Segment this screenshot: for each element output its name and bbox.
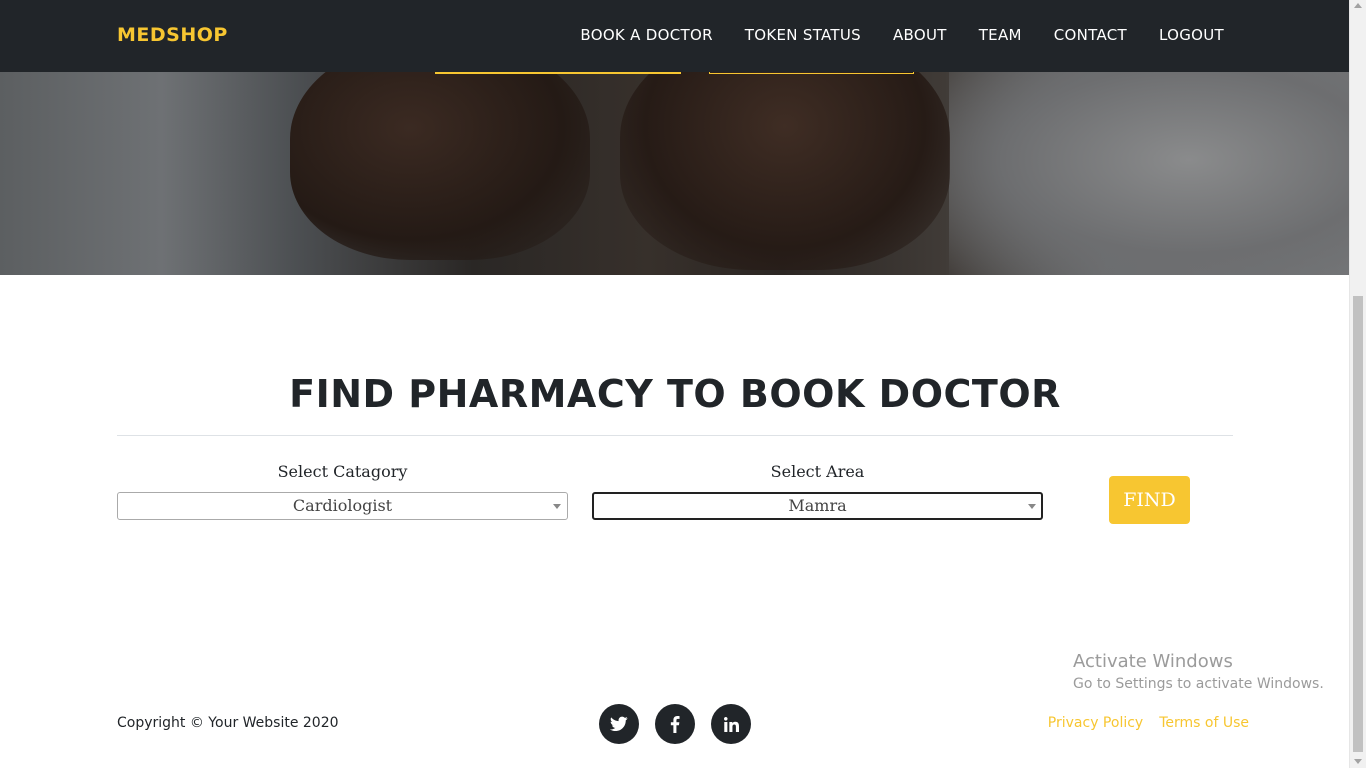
- footer-links: Privacy Policy Terms of Use: [1048, 715, 1249, 731]
- privacy-policy-link[interactable]: Privacy Policy: [1048, 715, 1143, 731]
- terms-of-use-link[interactable]: Terms of Use: [1159, 715, 1249, 731]
- facebook-button[interactable]: [655, 704, 695, 744]
- category-select[interactable]: Cardiologist: [117, 492, 568, 520]
- linkedin-button[interactable]: [711, 704, 751, 744]
- vertical-scrollbar[interactable]: [1349, 0, 1366, 768]
- find-button[interactable]: FIND: [1109, 476, 1190, 524]
- area-label: Select Area: [770, 462, 865, 481]
- page-title: FIND PHARMACY TO BOOK DOCTOR: [289, 372, 1061, 416]
- linkedin-icon: [723, 716, 739, 732]
- title-divider: [117, 435, 1233, 436]
- nav-token-status[interactable]: TOKEN STATUS: [745, 26, 861, 44]
- brand-logo[interactable]: MEDSHOP: [117, 24, 228, 46]
- hero-sleeve-shape: [949, 40, 1349, 275]
- scrollbar-thumb[interactable]: [1353, 296, 1363, 752]
- social-links: [599, 704, 751, 744]
- activate-windows-subtitle: Go to Settings to activate Windows.: [1073, 676, 1324, 692]
- scroll-up-arrow-icon[interactable]: [1354, 3, 1362, 8]
- nav-book-a-doctor[interactable]: BOOK A DOCTOR: [580, 26, 712, 44]
- top-navbar: MEDSHOP BOOK A DOCTOR TOKEN STATUS ABOUT…: [0, 0, 1349, 72]
- activate-windows-title: Activate Windows: [1073, 651, 1233, 672]
- nav-menu: BOOK A DOCTOR TOKEN STATUS ABOUT TEAM CO…: [580, 26, 1224, 44]
- twitter-icon: [610, 716, 628, 732]
- nav-about[interactable]: ABOUT: [893, 26, 947, 44]
- category-selected-value: Cardiologist: [292, 496, 393, 515]
- nav-logout[interactable]: LOGOUT: [1159, 26, 1224, 44]
- chevron-down-icon: [553, 504, 561, 509]
- chevron-down-icon: [1028, 504, 1036, 509]
- facebook-icon: [670, 715, 680, 733]
- scroll-down-arrow-icon[interactable]: [1354, 759, 1362, 764]
- copyright-text: Copyright © Your Website 2020: [117, 715, 339, 731]
- area-selected-value: Mamra: [788, 496, 847, 515]
- nav-contact[interactable]: CONTACT: [1054, 26, 1127, 44]
- twitter-button[interactable]: [599, 704, 639, 744]
- area-select[interactable]: Mamra: [592, 492, 1043, 520]
- nav-team[interactable]: TEAM: [979, 26, 1022, 44]
- category-label: Select Catagory: [277, 462, 408, 481]
